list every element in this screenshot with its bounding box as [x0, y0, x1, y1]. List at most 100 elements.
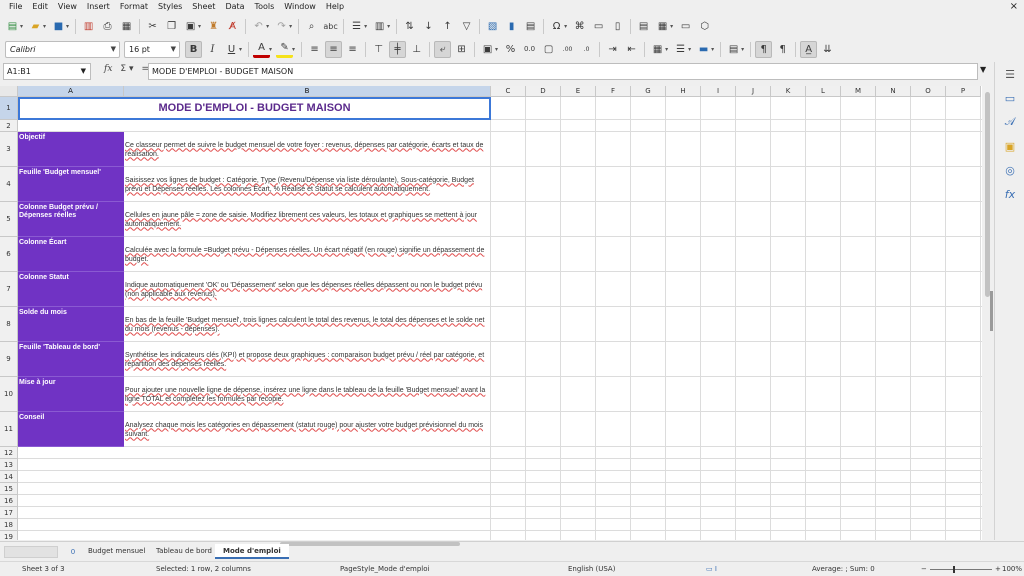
zoom-in-icon[interactable]: + [995, 562, 1001, 576]
paste-dropdown-icon[interactable]: ▾ [198, 23, 201, 30]
redo-dropdown-icon[interactable]: ▾ [289, 23, 292, 30]
insert-chart-icon[interactable]: ▮ [503, 18, 520, 35]
row-header[interactable]: 3 [0, 132, 18, 167]
row-header[interactable]: 14 [0, 471, 18, 483]
row-header[interactable]: 18 [0, 519, 18, 531]
column-header[interactable]: P [946, 86, 981, 97]
freeze-dropdown-icon[interactable]: ▾ [670, 23, 673, 30]
label-cell[interactable]: Colonne Statut [18, 272, 124, 307]
font-size-combo[interactable]: 16 pt ▼ [124, 40, 180, 58]
spreadsheet-grid[interactable]: A B C D E F G H I J K L M N O P 1 2 3 4 5 6 7 8 9 10 11 12 13 14 15 16 1… [0, 86, 982, 540]
text-vertical-icon[interactable]: ⇊ [819, 41, 836, 58]
underline-icon[interactable]: U [223, 41, 240, 58]
row-header[interactable]: 15 [0, 483, 18, 495]
cut-icon[interactable]: ✂ [144, 18, 161, 35]
function-wizard-icon[interactable]: fx [104, 64, 112, 74]
export-pdf-icon[interactable]: ▥ [80, 18, 97, 35]
status-language[interactable]: English (USA) [568, 562, 615, 576]
row-header[interactable]: 9 [0, 342, 18, 377]
description-cell[interactable]: Cellules en jaune pâle = zone de saisie.… [124, 202, 491, 237]
highlight-color-icon[interactable]: ✎ [276, 41, 294, 58]
menu-item[interactable]: Format [115, 0, 153, 14]
conditional-dropdown-icon[interactable]: ▾ [741, 46, 744, 53]
open-folder-icon[interactable]: ▰ [27, 18, 44, 35]
chevron-down-icon[interactable]: ▼ [81, 64, 86, 79]
chevron-down-icon[interactable]: ▼ [111, 45, 116, 53]
redo-icon[interactable]: ↷ [273, 18, 290, 35]
row-header[interactable]: 6 [0, 237, 18, 272]
styles-icon[interactable]: 𝒜 [995, 110, 1024, 134]
special-character-icon[interactable]: Ω [548, 18, 565, 35]
column-header[interactable]: O [911, 86, 946, 97]
row-dropdown-icon[interactable]: ▾ [364, 23, 367, 30]
clear-formatting-icon[interactable]: A̸ [224, 18, 241, 35]
sum-icon[interactable]: Σ ▾ [120, 64, 133, 74]
zoom-slider[interactable] [930, 569, 992, 570]
spelling-icon[interactable]: abc [322, 18, 339, 35]
undo-dropdown-icon[interactable]: ▾ [266, 23, 269, 30]
align-top-icon[interactable]: ⊤ [370, 41, 387, 58]
label-cell[interactable]: Mise à jour [18, 377, 124, 412]
sort-ascending-icon[interactable]: ↓ [420, 18, 437, 35]
functions-icon[interactable]: fx [995, 182, 1024, 206]
insert-image-icon[interactable]: ▧ [484, 18, 501, 35]
align-bottom-icon[interactable]: ⊥ [408, 41, 425, 58]
menu-item[interactable]: View [53, 0, 82, 14]
align-center-icon[interactable]: ≡ [325, 40, 343, 58]
horizontal-scrollbar[interactable] [280, 542, 980, 547]
column-icon[interactable]: ▥ [371, 18, 388, 35]
row-header[interactable]: 4 [0, 167, 18, 202]
column-header[interactable]: F [596, 86, 631, 97]
column-header[interactable]: G [631, 86, 666, 97]
currency-dropdown-icon[interactable]: ▾ [495, 46, 498, 53]
percent-format-icon[interactable]: % [502, 41, 519, 58]
show-draw-functions-icon[interactable]: ⬡ [696, 18, 713, 35]
define-print-area-icon[interactable]: ▤ [635, 18, 652, 35]
menu-item[interactable]: Data [220, 0, 249, 14]
description-cell[interactable]: Synthétise les indicateurs clés (KPI) et… [124, 342, 491, 377]
description-cell[interactable]: Pour ajouter une nouvelle ligne de dépen… [124, 377, 491, 412]
row-header[interactable]: 5 [0, 202, 18, 237]
text-horizontal-icon[interactable]: A̲ [800, 40, 818, 58]
ltr-direction-icon[interactable]: ¶ [755, 40, 773, 58]
column-header[interactable]: A [18, 86, 124, 97]
status-page-style[interactable]: PageStyle_Mode d'emploi [340, 562, 429, 576]
row-header[interactable]: 16 [0, 495, 18, 507]
close-document-icon[interactable]: × [1010, 1, 1018, 13]
merge-center-icon[interactable]: ⊞ [453, 41, 470, 58]
tab-navigation-buttons[interactable] [4, 546, 58, 558]
chevron-down-icon[interactable]: ▼ [171, 45, 176, 53]
font-name-combo[interactable]: Calibri ▼ [5, 40, 120, 58]
border-color-icon[interactable]: ▬ [695, 41, 712, 58]
column-header[interactable]: M [841, 86, 876, 97]
horizontal-scroll-thumb[interactable] [280, 542, 460, 546]
add-decimal-icon[interactable]: .00 [559, 41, 576, 58]
print-preview-icon[interactable]: ▦ [118, 18, 135, 35]
column-header[interactable]: K [771, 86, 806, 97]
undo-icon[interactable]: ↶ [250, 18, 267, 35]
font-color-dropdown-icon[interactable]: ▾ [269, 46, 272, 53]
select-all-corner[interactable] [0, 86, 18, 97]
align-left-icon[interactable]: ≡ [306, 41, 323, 58]
bold-icon[interactable]: B [185, 40, 202, 58]
conditional-format-icon[interactable]: ▤ [725, 41, 742, 58]
sheet-tab[interactable]: Budget mensuel [80, 544, 153, 559]
expand-formula-icon[interactable]: ▼ [980, 65, 986, 74]
menu-item[interactable]: Window [279, 0, 321, 14]
row-icon[interactable]: ☰ [348, 18, 365, 35]
currency-format-icon[interactable]: ▣ [479, 41, 496, 58]
sidebar-menu-icon[interactable]: ☰ [995, 62, 1024, 86]
rtl-direction-icon[interactable]: ¶ [774, 41, 791, 58]
vertical-scroll-thumb[interactable] [985, 92, 990, 297]
zoom-slider-knob[interactable] [953, 566, 955, 573]
underline-dropdown-icon[interactable]: ▾ [239, 46, 242, 53]
decrease-indent-icon[interactable]: ⇤ [623, 41, 640, 58]
date-format-icon[interactable]: ▢ [540, 41, 557, 58]
borders-dropdown-icon[interactable]: ▾ [665, 46, 668, 53]
title-cell[interactable]: MODE D'EMPLOI - BUDGET MAISON [18, 97, 491, 120]
vertical-scrollbar[interactable] [982, 86, 994, 540]
split-window-icon[interactable]: ▭ [677, 18, 694, 35]
row-header[interactable]: 10 [0, 377, 18, 412]
new-icon[interactable]: ▤ [4, 18, 21, 35]
row-header[interactable]: 17 [0, 507, 18, 519]
